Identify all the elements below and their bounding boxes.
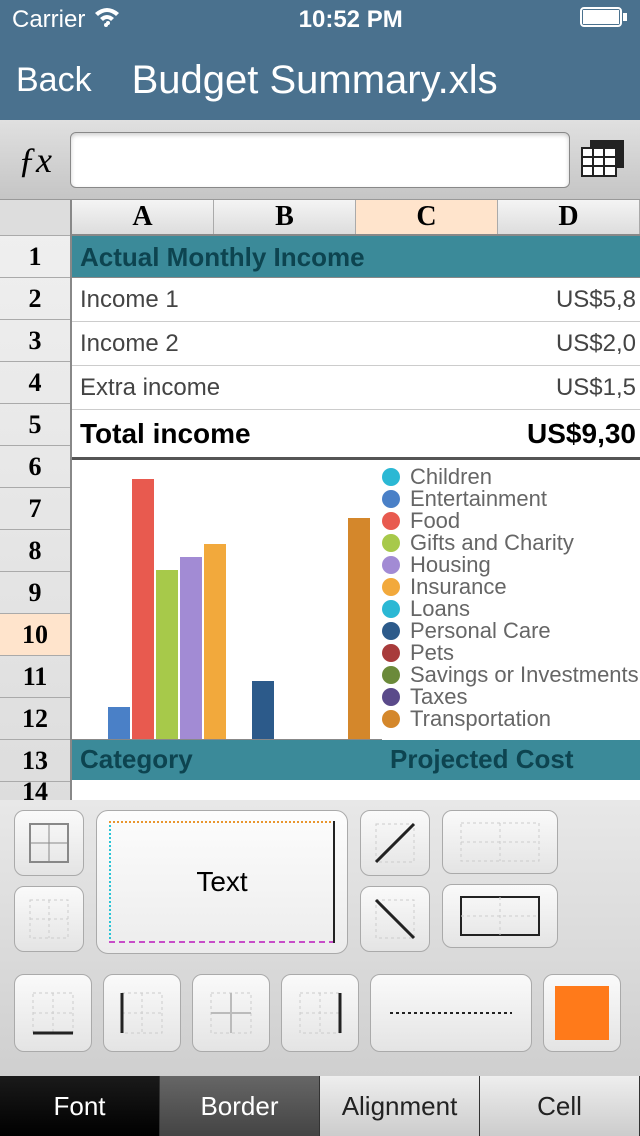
legend-item: Pets [382, 642, 640, 664]
battery-icon [580, 6, 628, 34]
wifi-icon [93, 6, 121, 34]
formula-input[interactable] [70, 132, 570, 188]
row-label: Income 1 [72, 286, 556, 314]
row-header[interactable]: 2 [0, 278, 70, 320]
total-row[interactable]: Total income US$9,30 [72, 410, 640, 460]
chart-bar [156, 570, 178, 739]
border-diag-up-button[interactable] [360, 810, 430, 876]
col-header[interactable]: A [72, 200, 214, 234]
border-color-button[interactable] [543, 974, 621, 1052]
row-headers: 1234567891011121314 [0, 200, 72, 800]
col-header[interactable]: C [356, 200, 498, 234]
row-header[interactable]: 8 [0, 530, 70, 572]
row-header[interactable]: 11 [0, 656, 70, 698]
legend-item: Savings or Investments [382, 664, 640, 686]
tab-cell[interactable]: Cell [480, 1076, 640, 1136]
legend-item: Children [382, 466, 640, 488]
format-tabs: Font Border Alignment Cell [0, 1076, 640, 1136]
row-header[interactable]: 5 [0, 404, 70, 446]
chart-bar [348, 518, 370, 739]
border-inside-h-button[interactable] [442, 810, 558, 874]
row-header[interactable]: 12 [0, 698, 70, 740]
projected-col: Projected Cost [382, 740, 582, 780]
category-col: Category [72, 740, 382, 780]
column-headers: ABCD [72, 200, 640, 236]
border-outline-button[interactable] [442, 884, 558, 948]
chart-bar [108, 707, 130, 740]
fx-label: ƒx [10, 139, 60, 181]
category-header-row[interactable]: Category Projected Cost [72, 740, 640, 780]
formula-bar: ƒx [0, 120, 640, 200]
row-header[interactable]: 7 [0, 488, 70, 530]
legend-item: Loans [382, 598, 640, 620]
row-value: US$2,0 [556, 330, 640, 358]
row-label: Income 2 [72, 330, 556, 358]
border-diag-down-button[interactable] [360, 886, 430, 952]
row-header[interactable]: 4 [0, 362, 70, 404]
chart-legend: ChildrenEntertainmentFoodGifts and Chari… [382, 460, 640, 740]
border-none-button[interactable] [14, 886, 84, 952]
row-value: US$5,8 [556, 286, 640, 314]
row-header[interactable]: 3 [0, 320, 70, 362]
chart-bar [132, 479, 154, 739]
row-header[interactable]: 1 [0, 236, 70, 278]
legend-item: Housing [382, 554, 640, 576]
legend-item: Entertainment [382, 488, 640, 510]
row-header[interactable]: 14 [0, 782, 70, 800]
document-title: Budget Summary.xls [132, 58, 498, 103]
col-header[interactable]: D [498, 200, 640, 234]
back-button[interactable]: Back [16, 61, 92, 100]
chart-bar [180, 557, 202, 739]
spreadsheet: 1234567891011121314 ABCD Actual Monthly … [0, 200, 640, 800]
row-value: US$1,5 [556, 374, 640, 402]
tab-font[interactable]: Font [0, 1076, 160, 1136]
preview-text: Text [196, 866, 247, 898]
section-header[interactable]: Actual Monthly Income [72, 236, 640, 278]
color-swatch [555, 986, 609, 1040]
status-bar: Carrier 10:52 PM [0, 0, 640, 40]
border-right-button[interactable] [281, 974, 359, 1052]
legend-item: Food [382, 510, 640, 532]
tab-border[interactable]: Border [160, 1076, 320, 1136]
border-style-button[interactable] [370, 974, 532, 1052]
row-header[interactable]: 6 [0, 446, 70, 488]
total-label: Total income [72, 418, 527, 450]
nav-bar: Back Budget Summary.xls [0, 40, 640, 120]
border-bottom-button[interactable] [14, 974, 92, 1052]
data-row[interactable]: Income 2US$2,0 [72, 322, 640, 366]
total-value: US$9,30 [527, 418, 640, 450]
col-header[interactable]: B [214, 200, 356, 234]
sheets-icon[interactable] [580, 140, 630, 180]
data-row[interactable]: Extra incomeUS$1,5 [72, 366, 640, 410]
clock: 10:52 PM [299, 6, 403, 34]
border-inside-button[interactable] [192, 974, 270, 1052]
format-panel: Text [0, 800, 640, 1076]
legend-item: Gifts and Charity [382, 532, 640, 554]
corner-cell[interactable] [0, 200, 70, 236]
tab-alignment[interactable]: Alignment [320, 1076, 480, 1136]
legend-item: Personal Care [382, 620, 640, 642]
legend-item: Taxes [382, 686, 640, 708]
border-left-button[interactable] [103, 974, 181, 1052]
chart-bar [252, 681, 274, 740]
border-all-button[interactable] [14, 810, 84, 876]
carrier-label: Carrier [12, 6, 85, 34]
chart-bar [204, 544, 226, 739]
chart[interactable]: ChildrenEntertainmentFoodGifts and Chari… [72, 460, 640, 740]
legend-item: Transportation [382, 708, 640, 730]
row-label: Extra income [72, 374, 556, 402]
row-header[interactable]: 10 [0, 614, 70, 656]
row-header[interactable]: 9 [0, 572, 70, 614]
legend-item: Insurance [382, 576, 640, 598]
data-row[interactable]: Income 1US$5,8 [72, 278, 640, 322]
border-preview: Text [96, 810, 348, 954]
